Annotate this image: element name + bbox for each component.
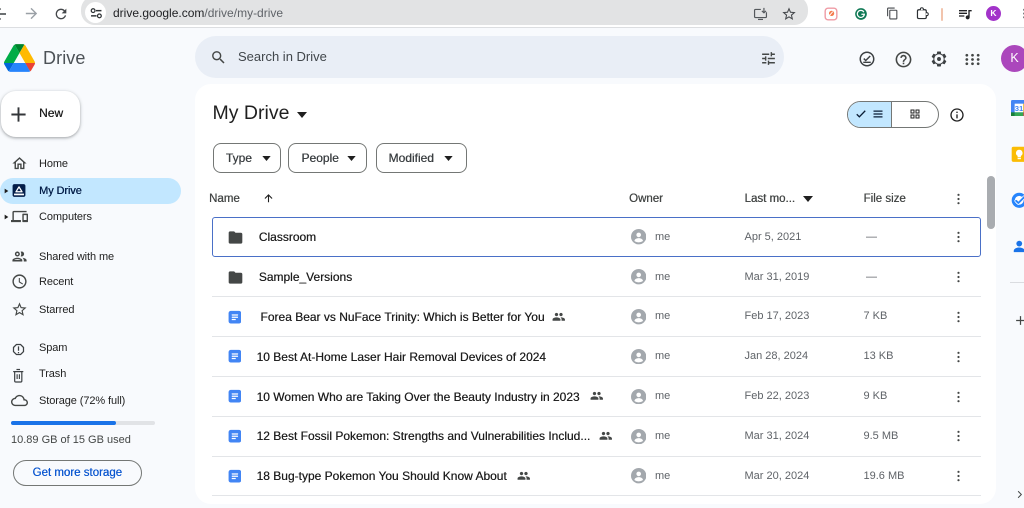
svg-text:31: 31 — [1014, 104, 1023, 113]
